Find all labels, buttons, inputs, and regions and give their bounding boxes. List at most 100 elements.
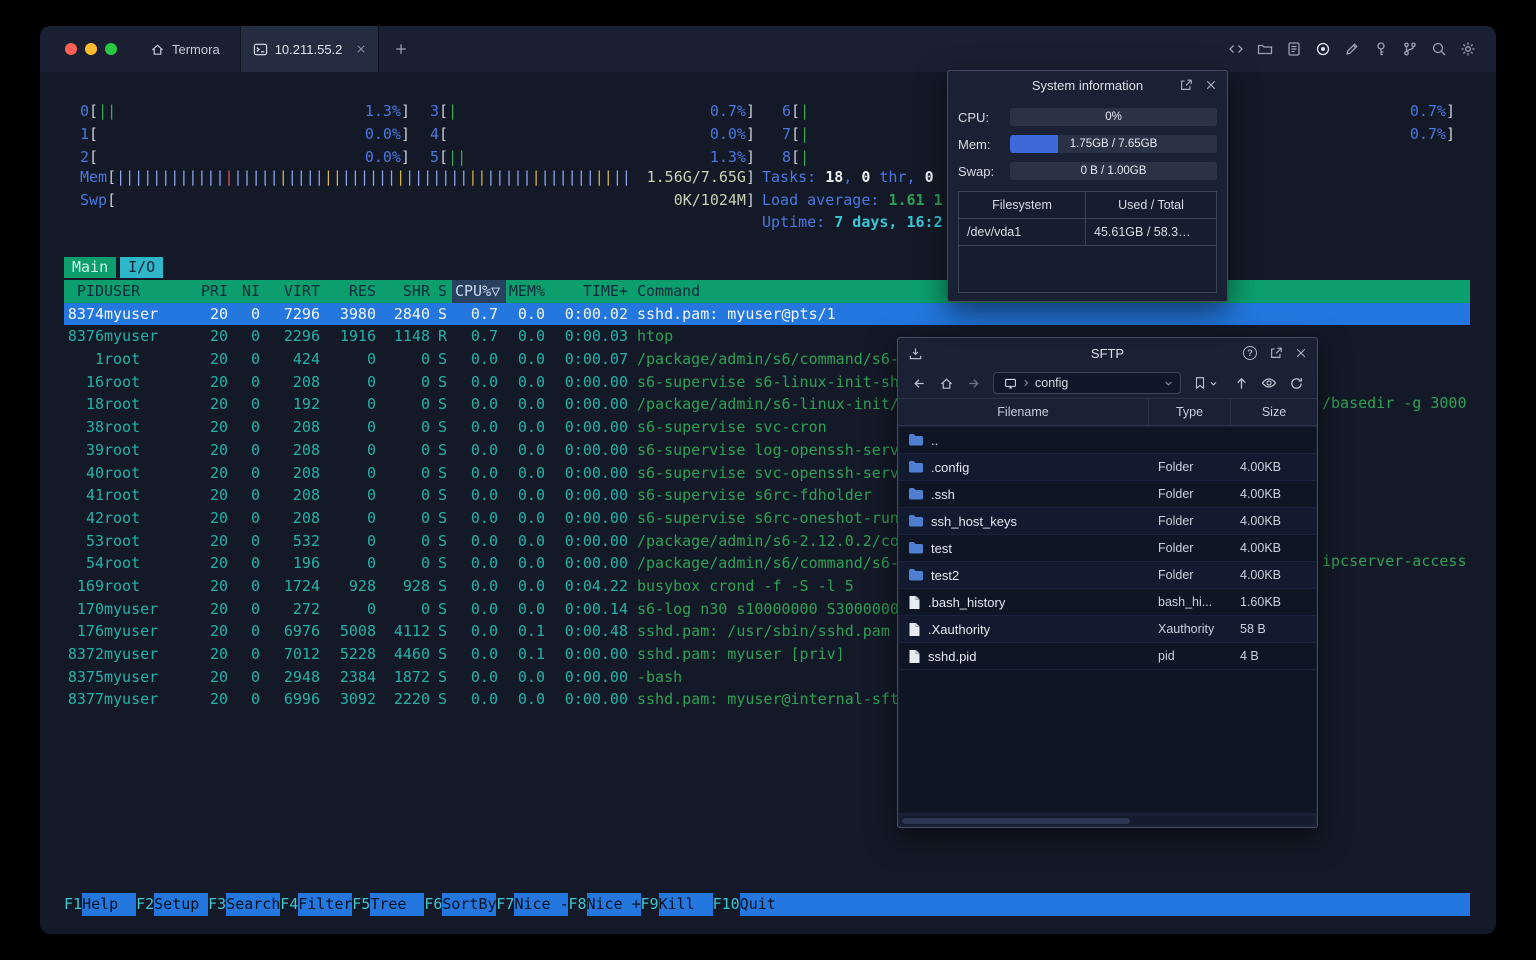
htop-tab-main[interactable]: Main bbox=[64, 257, 117, 278]
fkey-action-nice[interactable]: Nice - bbox=[514, 893, 569, 916]
help-icon[interactable] bbox=[1243, 346, 1257, 360]
fkey-action-filter[interactable]: Filter bbox=[298, 893, 353, 916]
record-icon[interactable] bbox=[1315, 41, 1331, 57]
scrollbar-thumb[interactable] bbox=[902, 817, 1131, 824]
file-icon bbox=[908, 595, 921, 610]
fkey-action-setup[interactable]: Setup bbox=[154, 893, 209, 916]
htop-tab-io[interactable]: I/O bbox=[120, 257, 164, 278]
fkey-action-sortby[interactable]: SortBy bbox=[442, 893, 497, 916]
sftp-file-row[interactable]: .ssh Folder 4.00KB bbox=[899, 481, 1316, 508]
memory-meter: Mem[||||||||||||||||||||||||||||||||||||… bbox=[80, 168, 755, 186]
fkey-action-help[interactable]: Help bbox=[82, 893, 137, 916]
file-name: sshd.pid bbox=[928, 648, 977, 664]
home-icon[interactable] bbox=[939, 376, 954, 391]
edit-icon[interactable] bbox=[1344, 41, 1360, 57]
file-size: 4.00KB bbox=[1240, 460, 1282, 474]
fs-header-filesystem[interactable]: Filesystem bbox=[959, 192, 1086, 219]
cpu-usage-value: 0% bbox=[1105, 111, 1122, 123]
fs-header-used-total[interactable]: Used / Total bbox=[1086, 192, 1216, 219]
zoom-window-button[interactable] bbox=[105, 43, 117, 55]
fkey-f9: F9 bbox=[640, 893, 659, 916]
up-directory-icon[interactable] bbox=[1234, 376, 1249, 391]
column-header-mem[interactable]: MEM% bbox=[506, 280, 548, 303]
filesystem-row[interactable]: /dev/vda1 45.61GB / 58.3… bbox=[959, 219, 1216, 246]
folder-icon bbox=[908, 541, 924, 555]
new-tab-button[interactable] bbox=[379, 42, 423, 56]
fkey-f2: F2 bbox=[136, 893, 155, 916]
close-tab-icon[interactable] bbox=[356, 44, 366, 54]
bookmark-caret-icon[interactable] bbox=[1209, 379, 1218, 388]
column-filename[interactable]: Filename bbox=[898, 399, 1149, 426]
process-row[interactable]: 8374 myuser 20 0 7296 3980 2840 S 0.7 0.0 0:00.02 s… bbox=[64, 302, 1470, 326]
traffic-lights bbox=[40, 43, 140, 55]
column-header-res[interactable]: RES bbox=[320, 280, 376, 303]
sftp-file-list: .. .config Folder 4.00KB .ssh Folder 4.0… bbox=[899, 427, 1316, 813]
open-in-window-icon[interactable] bbox=[1269, 346, 1283, 360]
back-icon[interactable] bbox=[912, 376, 927, 391]
log-icon[interactable] bbox=[1286, 41, 1302, 57]
fkey-action-nice[interactable]: Nice + bbox=[586, 893, 641, 916]
column-header-virt[interactable]: VIRT bbox=[260, 280, 320, 303]
filesystem-table: Filesystem Used / Total /dev/vda1 45.61G… bbox=[958, 191, 1217, 293]
sftp-file-row[interactable]: test2 Folder 4.00KB bbox=[899, 562, 1316, 589]
file-type: Folder bbox=[1158, 541, 1194, 555]
sftp-file-row[interactable]: .config Folder 4.00KB bbox=[899, 454, 1316, 481]
download-icon[interactable] bbox=[908, 346, 923, 361]
bookmark-icon[interactable] bbox=[1193, 376, 1207, 390]
tab-session[interactable]: 10.211.55.2 bbox=[239, 26, 380, 72]
path-breadcrumb[interactable]: config bbox=[993, 372, 1181, 394]
code-icon[interactable] bbox=[1228, 41, 1244, 57]
fkey-f8: F8 bbox=[568, 893, 587, 916]
column-header-s[interactable]: S bbox=[430, 280, 452, 303]
swap-label: Swap: bbox=[958, 163, 995, 179]
settings-icon[interactable] bbox=[1460, 41, 1476, 57]
column-type[interactable]: Type bbox=[1149, 399, 1231, 426]
folder-icon[interactable] bbox=[1257, 41, 1273, 57]
close-panel-icon[interactable] bbox=[1205, 79, 1217, 91]
fkey-action-tree[interactable]: Tree bbox=[370, 893, 425, 916]
cpu-meter-3: 3[| 0.7%] bbox=[430, 102, 755, 120]
tab-termora[interactable]: Termora bbox=[140, 26, 240, 72]
folder-icon bbox=[908, 460, 924, 474]
search-icon[interactable] bbox=[1431, 41, 1447, 57]
sftp-file-row[interactable]: .Xauthority Xauthority 58 B bbox=[899, 616, 1316, 643]
minimize-window-button[interactable] bbox=[85, 43, 97, 55]
swap-usage-value: 0 B / 1.00GB bbox=[1080, 165, 1147, 177]
column-header-time[interactable]: TIME+ bbox=[548, 280, 628, 303]
column-size[interactable]: Size bbox=[1231, 399, 1317, 426]
sftp-file-row[interactable]: .bash_history bash_hi... 1.60KB bbox=[899, 589, 1316, 616]
forward-icon[interactable] bbox=[966, 376, 981, 391]
column-header-pri[interactable]: PRI bbox=[190, 280, 228, 303]
fkey-f6: F6 bbox=[424, 893, 443, 916]
horizontal-scrollbar[interactable] bbox=[900, 816, 1315, 825]
sftp-file-row[interactable]: .. bbox=[899, 427, 1316, 454]
fkey-action-quit[interactable]: Quit bbox=[739, 893, 794, 916]
column-header-pid[interactable]: PID bbox=[64, 280, 104, 303]
show-hidden-icon[interactable] bbox=[1261, 375, 1277, 391]
column-header-shr[interactable]: SHR bbox=[376, 280, 430, 303]
path-segment[interactable]: config bbox=[1035, 376, 1068, 390]
refresh-icon[interactable] bbox=[1289, 376, 1304, 391]
column-header-user[interactable]: USER bbox=[104, 280, 190, 303]
file-name: test2 bbox=[931, 567, 960, 583]
fkey-action-kill[interactable]: Kill bbox=[658, 893, 713, 916]
sftp-file-row[interactable]: ssh_host_keys Folder 4.00KB bbox=[899, 508, 1316, 535]
close-window-button[interactable] bbox=[65, 43, 77, 55]
open-in-window-icon[interactable] bbox=[1179, 78, 1193, 92]
column-header-cpu[interactable]: CPU%▽ bbox=[452, 280, 506, 303]
fkey-action-search[interactable]: Search bbox=[226, 893, 281, 916]
file-size: 4.00KB bbox=[1240, 487, 1282, 501]
key-icon[interactable] bbox=[1373, 41, 1389, 57]
uptime: Uptime: 7 days, 16:2 bbox=[762, 213, 943, 231]
file-name: test bbox=[931, 540, 952, 556]
close-panel-icon[interactable] bbox=[1295, 347, 1307, 359]
path-dropdown-icon[interactable] bbox=[1163, 378, 1174, 389]
breadcrumb-separator-icon bbox=[1021, 378, 1031, 388]
sftp-file-row[interactable]: test Folder 4.00KB bbox=[899, 535, 1316, 562]
function-key-bar: F1 Help F2 Setup F3 Search F4 Filter F5 Tree F6 Sor… bbox=[64, 893, 1470, 916]
column-header-ni[interactable]: NI bbox=[228, 280, 260, 303]
sftp-file-row[interactable]: sshd.pid pid 4 B bbox=[899, 643, 1316, 670]
folder-icon bbox=[908, 514, 924, 528]
branch-icon[interactable] bbox=[1402, 41, 1418, 57]
fkey-f4: F4 bbox=[280, 893, 299, 916]
